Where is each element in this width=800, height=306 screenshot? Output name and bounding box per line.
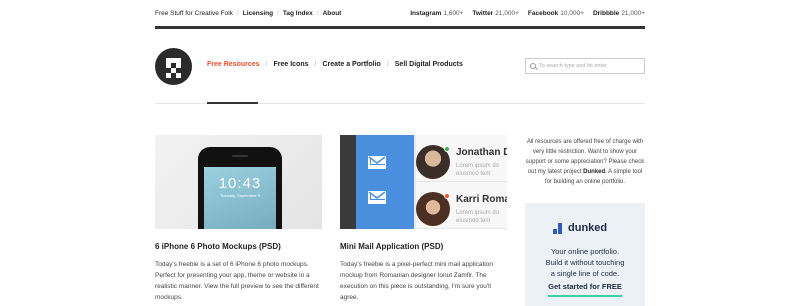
social-link-instagram[interactable]: Instagram — [410, 10, 441, 17]
ad-copy: Your online portfolio. Build it without … — [525, 246, 645, 279]
dunked-bars-icon — [553, 222, 563, 234]
top-bar: Free Stuff for Creative Folk / Licensing… — [155, 0, 645, 27]
site-logo[interactable] — [155, 48, 192, 85]
top-link-licensing[interactable]: Licensing — [243, 10, 273, 17]
ad-line: Your online portfolio. — [550, 247, 620, 256]
ad-brand: dunked — [568, 222, 608, 234]
post-card: 10:43 Tuesday, September 9 6 iPhone 6 Ph… — [155, 135, 322, 303]
contact-preview: Lorem ipsum do eiusmod tem — [456, 163, 500, 177]
divider: / — [265, 61, 268, 68]
dunked-ad[interactable]: dunked Your online portfolio. Build it w… — [525, 203, 645, 306]
envelope-icon — [368, 156, 386, 169]
envelope-icon — [368, 191, 386, 204]
nav-item-free-icons[interactable]: Free Icons — [273, 61, 308, 68]
status-dot — [444, 193, 450, 199]
post-excerpt: Today's freebie is a pixel-perfect mini … — [340, 261, 493, 301]
header-rule — [155, 26, 645, 29]
top-link-tag-index[interactable]: Tag Index — [283, 10, 313, 17]
post-title[interactable]: 6 iPhone 6 Photo Mockups (PSD) — [155, 242, 322, 251]
cta-underline — [548, 295, 622, 297]
divider: / — [314, 61, 317, 68]
post-excerpt: Today's freebie is a set of 6 iPhone 6 p… — [155, 261, 319, 301]
dunked-link[interactable]: Dunked — [583, 169, 605, 175]
social-count-facebook: 10,000+ — [560, 10, 584, 17]
search-box[interactable] — [525, 58, 645, 74]
search-icon — [530, 63, 536, 69]
divider: / — [277, 10, 279, 17]
main-nav: Free Resources / Free Icons / Create a P… — [207, 61, 463, 68]
post-thumbnail[interactable]: 10:43 Tuesday, September 9 — [155, 135, 322, 229]
active-nav-indicator — [207, 102, 258, 104]
iphone-image: 10:43 Tuesday, September 9 — [198, 147, 282, 229]
social-link-twitter[interactable]: Twitter — [472, 10, 493, 17]
nav-item-create-portfolio[interactable]: Create a Portfolio — [322, 61, 380, 68]
sidebar-blurb: All resources are offered free of charge… — [525, 137, 645, 187]
contact-preview: Lorem ipsum do eiusmod tem — [456, 210, 500, 224]
social-link-facebook[interactable]: Facebook — [528, 10, 558, 17]
search-input[interactable] — [539, 63, 639, 69]
divider: / — [236, 10, 239, 17]
top-bar-left: Free Stuff for Creative Folk / Licensing… — [155, 10, 341, 17]
lockscreen-date: Tuesday, September 9 — [219, 193, 261, 198]
post-thumbnail[interactable]: Jonathan D Lorem ipsum do eiusmod tem Ka… — [340, 135, 507, 229]
post-card: Jonathan D Lorem ipsum do eiusmod tem Ka… — [340, 135, 507, 303]
contact-item: Jonathan D Lorem ipsum do eiusmod tem — [416, 135, 507, 182]
social-link-dribbble[interactable]: Dribbble — [593, 10, 619, 17]
contact-item: Karri Roma Lorem ipsum do eiusmod tem — [416, 182, 507, 229]
ad-line: a single line of code. — [550, 269, 620, 278]
social-count-dribbble: 21,000+ — [621, 10, 645, 17]
social-links: Instagram 1,600+ Twitter 21,000+ Faceboo… — [410, 10, 645, 17]
ad-cta[interactable]: Get started for FREE — [525, 282, 645, 291]
divider: / — [386, 61, 389, 68]
social-count-instagram: 1,600+ — [443, 10, 464, 17]
nav-item-free-resources[interactable]: Free Resources — [207, 61, 260, 68]
social-count-twitter: 21,000+ — [495, 10, 519, 17]
contact-name: Jonathan D — [456, 147, 507, 158]
lockscreen-time: 10:43 — [218, 175, 262, 192]
contact-name: Karri Roma — [456, 194, 507, 205]
site-tagline: Free Stuff for Creative Folk — [155, 10, 233, 17]
dunked-logo: dunked — [553, 222, 607, 234]
post-title[interactable]: Mini Mail Application (PSD) — [340, 242, 507, 251]
nav-item-sell-digital-products[interactable]: Sell Digital Products — [395, 61, 463, 68]
divider: / — [316, 10, 319, 17]
top-link-about[interactable]: About — [323, 10, 342, 17]
ad-line: Build it without touching — [545, 258, 625, 267]
status-dot — [444, 146, 450, 152]
